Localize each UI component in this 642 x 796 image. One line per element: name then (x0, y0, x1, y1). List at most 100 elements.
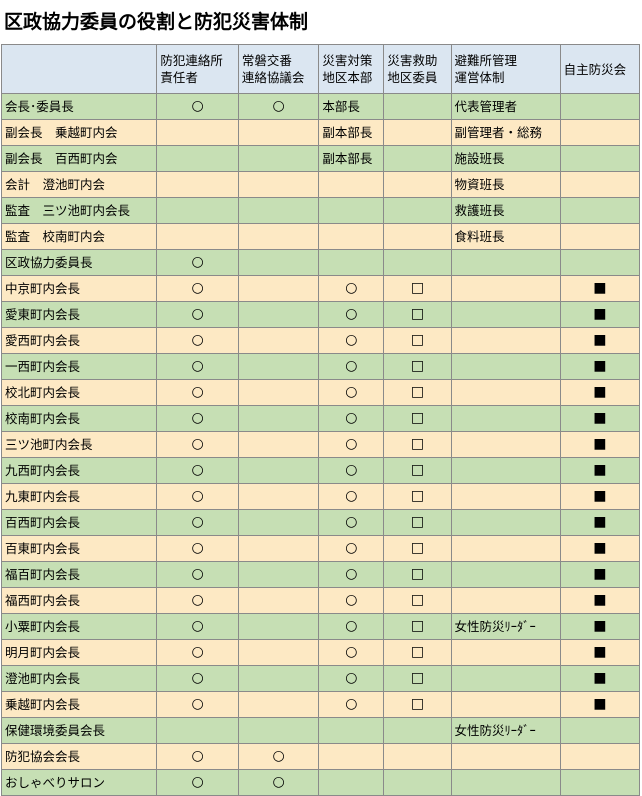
table-row: 会長･委員長 ○ ○ 本部長 代表管理者 (0, 93, 641, 120)
table-cell: ○ (156, 327, 239, 354)
table-cell (450, 691, 561, 718)
table-cell (450, 301, 561, 328)
table-cell: □ (383, 431, 452, 458)
header-cell-name (0, 44, 158, 94)
table-row: 監査 三ツ池町内会長 救護班長 (0, 197, 641, 224)
row-name-cell: 乗越町内会長 (0, 691, 158, 718)
table-cell (237, 249, 320, 276)
table-cell (559, 119, 641, 146)
table-cell: ■ (559, 353, 641, 380)
row-name-cell: 小粟町内会長 (0, 613, 158, 640)
table-cell (450, 431, 561, 458)
table-cell (383, 171, 452, 198)
table-cell: ■ (559, 691, 641, 718)
row-name-cell: 愛西町内会長 (0, 327, 158, 354)
row-name-cell: 中京町内会長 (0, 275, 158, 302)
table-cell: ○ (156, 509, 239, 536)
table-cell (237, 379, 320, 406)
table-cell (559, 717, 641, 744)
table-cell: □ (383, 275, 452, 302)
table-cell (383, 197, 452, 224)
table-cell: 副管理者・総務 (450, 119, 561, 146)
table-cell: 救護班長 (450, 197, 561, 224)
table-cell (450, 457, 561, 484)
table-cell (318, 171, 385, 198)
table-cell (450, 275, 561, 302)
table-cell: ○ (318, 613, 385, 640)
table-cell (237, 717, 320, 744)
table-cell (383, 249, 452, 276)
table-cell: ■ (559, 405, 641, 432)
table-cell: ■ (559, 587, 641, 614)
header-cell-crime-contact: 防犯連絡所 責任者 (156, 44, 239, 94)
table-cell (450, 405, 561, 432)
table-cell (237, 197, 320, 224)
table-cell (559, 145, 641, 172)
table-cell: ○ (156, 613, 239, 640)
table-cell (237, 301, 320, 328)
table-row: 副会長 百西町内会 副本部長 施設班長 (0, 145, 641, 172)
table-cell: □ (383, 379, 452, 406)
table-row: 愛西町内会長 ○ ○ □ ■ (0, 327, 641, 354)
table-row: 校南町内会長 ○ ○ □ ■ (0, 405, 641, 432)
table-cell (237, 691, 320, 718)
row-name-cell: 澄池町内会長 (0, 665, 158, 692)
table-cell: ○ (237, 93, 320, 120)
table-cell: ○ (318, 301, 385, 328)
table-cell: ■ (559, 327, 641, 354)
table-row: 福百町内会長 ○ ○ □ ■ (0, 561, 641, 588)
role-table: 防犯連絡所 責任者 常磐交番 連絡協議会 災害対策 地区本部 災害救助 地区委員 避難所… (0, 44, 641, 796)
table-cell: ■ (559, 665, 641, 692)
table-cell: ■ (559, 431, 641, 458)
row-name-cell: 三ツ池町内会長 (0, 431, 158, 458)
table-cell: 代表管理者 (450, 93, 561, 120)
table-cell: □ (383, 561, 452, 588)
table-cell: □ (383, 353, 452, 380)
table-row: 監査 校南町内会 食料班長 (0, 223, 641, 250)
table-cell (559, 223, 641, 250)
table-row: 九西町内会長 ○ ○ □ ■ (0, 457, 641, 484)
table-cell: ○ (318, 275, 385, 302)
row-name-cell: 保健環境委員会長 (0, 717, 158, 744)
table-cell: ■ (559, 483, 641, 510)
header-cell-rescue-member: 災害救助 地区委員 (383, 44, 452, 94)
row-name-cell: 会長･委員長 (0, 93, 158, 120)
table-cell (237, 587, 320, 614)
table-cell (156, 197, 239, 224)
table-cell: ■ (559, 561, 641, 588)
table-cell (156, 171, 239, 198)
table-cell (383, 119, 452, 146)
table-cell (383, 145, 452, 172)
table-cell: □ (383, 535, 452, 562)
row-name-cell: 監査 校南町内会 (0, 223, 158, 250)
row-name-cell: 福西町内会長 (0, 587, 158, 614)
table-cell: ○ (156, 743, 239, 770)
row-name-cell: 防犯協会会長 (0, 743, 158, 770)
row-name-cell: おしゃべりサロン (0, 769, 158, 796)
table-cell (383, 223, 452, 250)
table-cell (318, 743, 385, 770)
table-cell: ○ (318, 587, 385, 614)
table-cell: ○ (156, 665, 239, 692)
table-cell: □ (383, 327, 452, 354)
table-cell: 副本部長 (318, 119, 385, 146)
table-row: 会計 澄池町内会 物資班長 (0, 171, 641, 198)
table-cell: □ (383, 509, 452, 536)
table-row: 中京町内会長 ○ ○ □ ■ (0, 275, 641, 302)
table-cell: □ (383, 587, 452, 614)
table-cell: ○ (156, 405, 239, 432)
table-cell: ○ (156, 457, 239, 484)
table-cell: ■ (559, 301, 641, 328)
row-name-cell: 福百町内会長 (0, 561, 158, 588)
row-name-cell: 区政協力委員長 (0, 249, 158, 276)
table-cell: ○ (318, 561, 385, 588)
table-cell: 施設班長 (450, 145, 561, 172)
row-name-cell: 副会長 百西町内会 (0, 145, 158, 172)
table-cell (156, 145, 239, 172)
table-row: 九東町内会長 ○ ○ □ ■ (0, 483, 641, 510)
table-cell (450, 587, 561, 614)
row-name-cell: 百東町内会長 (0, 535, 158, 562)
header-cell-self-defense: 自主防災会 (559, 44, 641, 94)
table-cell: ○ (318, 691, 385, 718)
table-cell: ○ (156, 301, 239, 328)
